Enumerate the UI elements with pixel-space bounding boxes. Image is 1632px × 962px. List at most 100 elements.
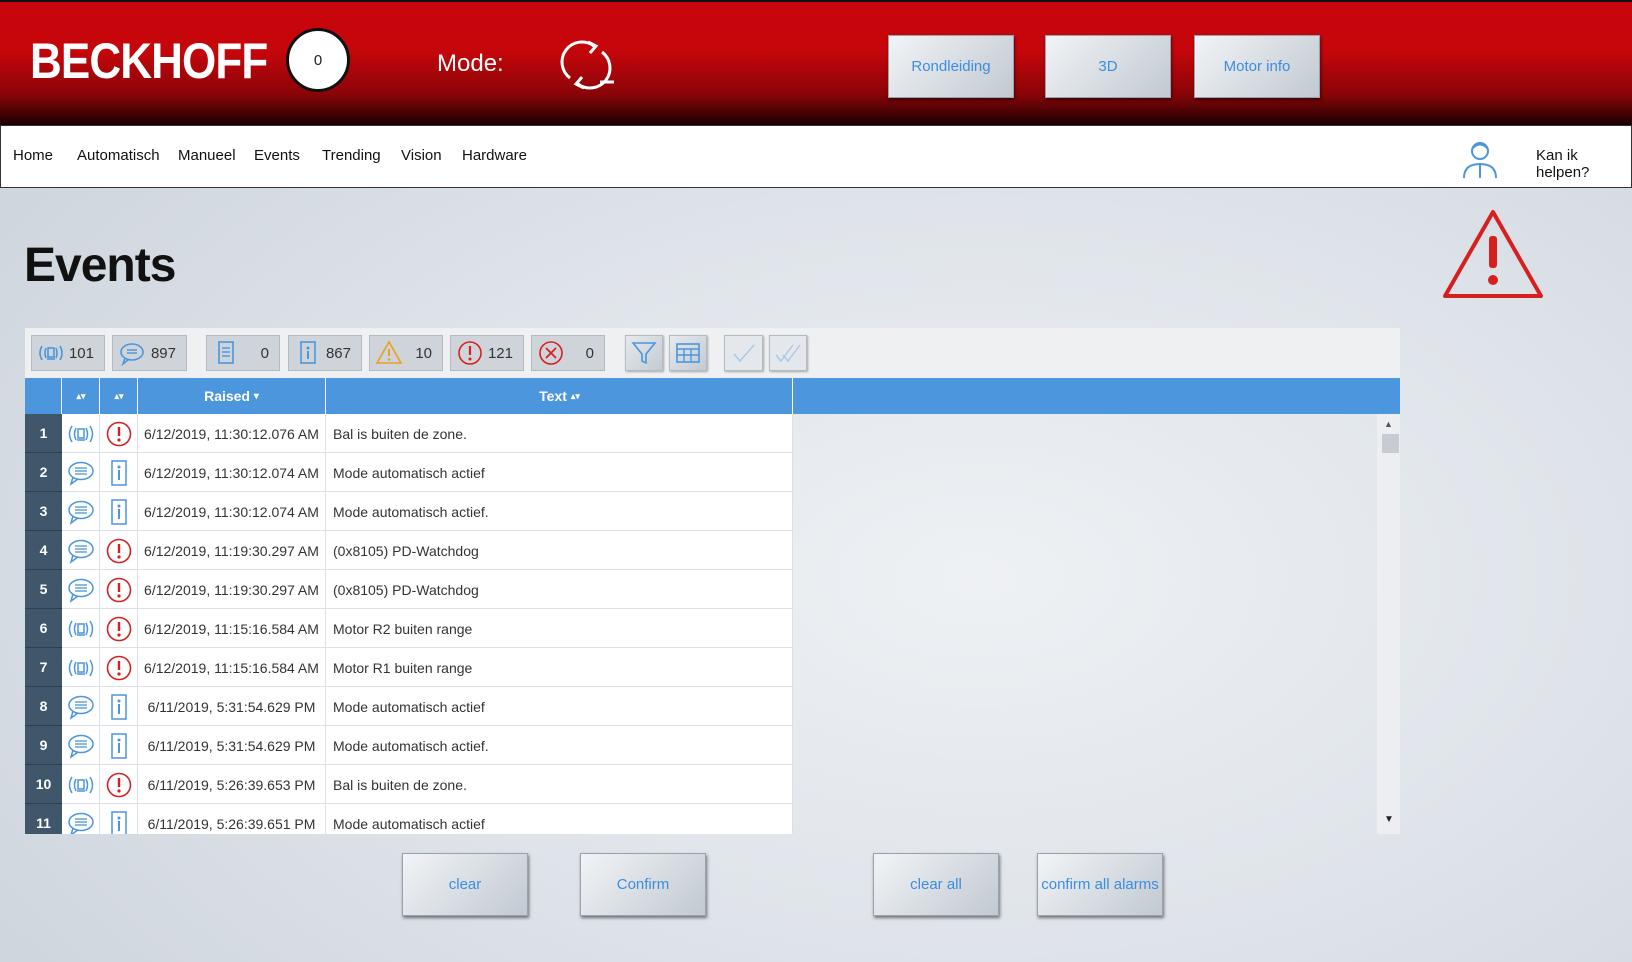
table-row[interactable]: 8 6/11/2019, 5:31:54.629 PM Mode automatis… (25, 687, 793, 726)
confirm-all-alarms-button[interactable]: confirm all alarms (1037, 853, 1163, 916)
nav-item-hardware[interactable]: Hardware (462, 147, 527, 164)
mode-label: Mode: (437, 50, 504, 77)
alarm-filter-toggle[interactable]: 101 (31, 335, 105, 371)
raised-timestamp: 6/12/2019, 11:30:12.074 AM (138, 492, 326, 531)
critical-filter-toggle[interactable]: 0 (531, 335, 605, 371)
table-row[interactable]: 11 6/11/2019, 5:26:39.651 PM Mode automati… (25, 804, 793, 834)
table-row[interactable]: 6 6/12/2019, 11:15:16.584 AM Motor R2 buit… (25, 609, 793, 648)
column-settings-button[interactable] (669, 335, 707, 371)
table-row[interactable]: 7 6/12/2019, 11:15:16.584 AM Motor R1 buit… (25, 648, 793, 687)
error-icon (100, 414, 138, 453)
info-document-icon (100, 492, 138, 531)
raised-timestamp: 6/11/2019, 5:31:54.629 PM (138, 726, 326, 765)
motor-info-button[interactable]: Motor info (1194, 35, 1320, 98)
scroll-up-arrow[interactable]: ▲ (1384, 419, 1393, 429)
alarm-bell-icon (39, 345, 63, 361)
confirm-selected-button[interactable] (724, 335, 763, 371)
rondleiding-button[interactable]: Rondleiding (888, 35, 1014, 98)
events-table: ▴▾ ▴▾ Raised ▾ Text ▴▾ 1 6/12/2019, 11:30… (25, 378, 1400, 834)
warning-filter-toggle[interactable]: 10 (369, 335, 443, 371)
sort-icon: ▴▾ (114, 391, 124, 401)
event-counter[interactable]: 0 (286, 28, 350, 92)
chat-bubble-icon (62, 687, 100, 726)
nav-item-manueel[interactable]: Manueel (178, 147, 236, 164)
row-index: 7 (25, 648, 62, 687)
event-text: Mode automatisch actief. (326, 726, 793, 765)
header-severity-sort[interactable]: ▴▾ (100, 378, 138, 414)
page-title: Events (24, 239, 176, 292)
event-text: Mode automatisch actief (326, 453, 793, 492)
sort-desc-icon: ▾ (253, 390, 259, 402)
table-row[interactable]: 2 6/12/2019, 11:30:12.074 AM Mode automati… (25, 453, 793, 492)
error-icon (100, 570, 138, 609)
warning-count: 10 (415, 344, 432, 362)
filter-button[interactable] (625, 335, 663, 371)
row-index: 5 (25, 570, 62, 609)
header-raised[interactable]: Raised ▾ (138, 378, 326, 414)
info-document-icon (100, 726, 138, 765)
alarm-bell-icon (62, 609, 100, 648)
scroll-thumb[interactable] (1382, 434, 1399, 453)
error-icon (100, 531, 138, 570)
nav-item-vision[interactable]: Vision (401, 147, 442, 164)
confirm-all-button[interactable] (769, 335, 807, 371)
header-type-sort[interactable]: ▴▾ (62, 378, 100, 414)
support-person-icon[interactable] (1459, 138, 1501, 180)
sort-icon: ▴▾ (570, 391, 580, 401)
alarm-bell-icon (62, 414, 100, 453)
nav-item-events[interactable]: Events (254, 147, 300, 164)
table-scrollbar[interactable]: ▲ ▼ (1377, 414, 1400, 834)
refresh-icon[interactable] (556, 38, 616, 92)
chat-bubble-icon (62, 570, 100, 609)
event-text: Bal is buiten de zone. (326, 765, 793, 804)
error-icon (100, 765, 138, 804)
header-index (25, 378, 62, 414)
chat-bubble-icon (62, 804, 100, 834)
text-header-label: Text (539, 388, 567, 404)
nav-item-home[interactable]: Home (13, 147, 53, 164)
alarm-count: 101 (68, 344, 94, 362)
scroll-down-arrow[interactable]: ▼ (1384, 814, 1394, 825)
table-row[interactable]: 9 6/11/2019, 5:31:54.629 PM Mode automatis… (25, 726, 793, 765)
row-index: 3 (25, 492, 62, 531)
row-index: 9 (25, 726, 62, 765)
table-body: 1 6/12/2019, 11:30:12.076 AM Bal is buiten… (25, 414, 793, 834)
row-index: 6 (25, 609, 62, 648)
verbose-filter-toggle[interactable]: 0 (206, 335, 280, 371)
table-row[interactable]: 1 6/12/2019, 11:30:12.076 AM Bal is buiten… (25, 414, 793, 453)
document-icon (218, 341, 234, 364)
table-row[interactable]: 4 6/12/2019, 11:19:30.297 AM (0x8105) PD-W… (25, 531, 793, 570)
clear-all-button[interactable]: clear all (873, 853, 999, 916)
row-index: 2 (25, 453, 62, 492)
main-nav: Home Automatisch Manueel Events Trending… (0, 125, 1632, 188)
raised-timestamp: 6/11/2019, 5:31:54.629 PM (138, 687, 326, 726)
message-count: 897 (150, 344, 176, 362)
nav-item-trending[interactable]: Trending (322, 147, 381, 164)
warning-triangle-icon (1443, 210, 1543, 298)
table-row[interactable]: 3 6/12/2019, 11:30:12.074 AM Mode automati… (25, 492, 793, 531)
table-row[interactable]: 10 6/11/2019, 5:26:39.653 PM Bal is buiten… (25, 765, 793, 804)
3d-button[interactable]: 3D (1045, 35, 1171, 98)
alarm-bell-icon (62, 648, 100, 687)
row-index: 8 (25, 687, 62, 726)
message-filter-toggle[interactable]: 897 (112, 335, 187, 371)
clear-button[interactable]: clear (402, 853, 528, 916)
error-count: 121 (487, 344, 513, 362)
event-text: Bal is buiten de zone. (326, 414, 793, 453)
help-link[interactable]: Kan ik helpen? (1536, 147, 1631, 181)
raised-timestamp: 6/12/2019, 11:30:12.074 AM (138, 453, 326, 492)
nav-item-automatisch[interactable]: Automatisch (77, 147, 160, 164)
table-row[interactable]: 5 6/12/2019, 11:19:30.297 AM (0x8105) PD-W… (25, 570, 793, 609)
beckhoff-logo: BECKHOFF (30, 33, 268, 89)
event-text: (0x8105) PD-Watchdog (326, 531, 793, 570)
raised-timestamp: 6/11/2019, 5:26:39.653 PM (138, 765, 326, 804)
alarm-bell-icon (62, 765, 100, 804)
raised-timestamp: 6/11/2019, 5:26:39.651 PM (138, 804, 326, 834)
event-text: Mode automatisch actief. (326, 492, 793, 531)
error-filter-toggle[interactable]: 121 (450, 335, 524, 371)
info-filter-toggle[interactable]: 867 (288, 335, 362, 371)
chat-bubble-icon (62, 531, 100, 570)
confirm-button[interactable]: Confirm (580, 853, 706, 916)
chat-bubble-icon (62, 453, 100, 492)
header-text[interactable]: Text ▴▾ (326, 378, 793, 414)
